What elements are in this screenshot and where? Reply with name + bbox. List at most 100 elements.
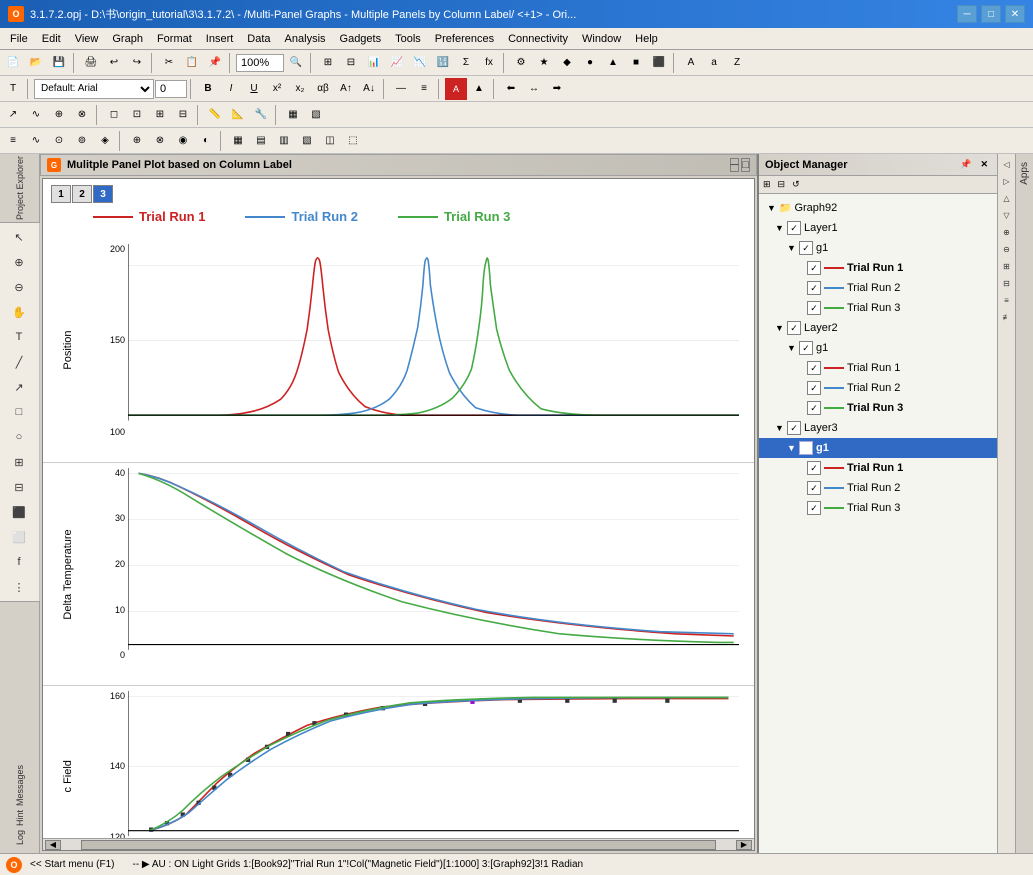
checkbox-l2g1tr2[interactable]: ✓	[807, 381, 821, 395]
align-center-btn[interactable]: ↔	[523, 78, 545, 100]
checkbox-l2g1[interactable]: ✓	[799, 341, 813, 355]
save-btn[interactable]: 💾	[48, 52, 70, 74]
menu-data[interactable]: Data	[241, 31, 276, 47]
undo-btn[interactable]: ↩	[103, 52, 125, 74]
zoom-btn[interactable]: 🔍	[285, 52, 307, 74]
om-expand-btn[interactable]: ⊞	[760, 178, 774, 191]
subscript-btn[interactable]: x₂	[289, 78, 311, 100]
tree-node-l1-g1-tr2[interactable]: ✓ Trial Run 2	[759, 278, 997, 298]
menu-gadgets[interactable]: Gadgets	[334, 31, 388, 47]
scroll-left-btn[interactable]: ◀	[45, 840, 61, 850]
minimize-button[interactable]: ─	[957, 5, 977, 23]
tb-btn-8[interactable]: fx	[478, 52, 500, 74]
tree-node-l1-g1-tr3[interactable]: ✓ Trial Run 3	[759, 298, 997, 318]
tree-node-graph92[interactable]: ▼ 📁 Graph92	[759, 198, 997, 218]
tools-btn-5[interactable]: ◻	[103, 104, 125, 126]
tb-btn-15[interactable]: ⬛	[648, 52, 670, 74]
line-style-btn[interactable]: —	[390, 78, 412, 100]
tool-draw-rect[interactable]: □	[2, 400, 36, 424]
tool-object[interactable]: ⋮	[2, 575, 36, 599]
bottom-btn-5[interactable]: ◈	[94, 130, 116, 152]
redo-btn[interactable]: ↪	[126, 52, 148, 74]
tools-btn-3[interactable]: ⊕	[48, 104, 70, 126]
tb-btn-6[interactable]: 🔢	[432, 52, 454, 74]
graph-max-btn[interactable]: □	[741, 158, 750, 172]
bottom-btn-15[interactable]: ⬚	[342, 130, 364, 152]
tree-node-l1-g1-tr1[interactable]: ✓ Trial Run 1	[759, 258, 997, 278]
panel-tab-3[interactable]: 3	[93, 185, 113, 203]
panel-tab-2[interactable]: 2	[72, 185, 92, 203]
tree-node-layer3[interactable]: ▼ ✓ Layer3	[759, 418, 997, 438]
tree-node-l2-g1-tr3[interactable]: ✓ Trial Run 3	[759, 398, 997, 418]
tools-btn-1[interactable]: ↗	[2, 104, 24, 126]
menu-tools[interactable]: Tools	[389, 31, 427, 47]
open-btn[interactable]: 📂	[25, 52, 47, 74]
checkbox-l3g1tr1[interactable]: ✓	[807, 461, 821, 475]
fill-color-btn[interactable]: A	[445, 78, 467, 100]
bottom-btn-11[interactable]: ▤	[250, 130, 272, 152]
tool-draw-arrow[interactable]: ↗	[2, 375, 36, 399]
tools-btn-6[interactable]: ⊡	[126, 104, 148, 126]
panel-tab-1[interactable]: 1	[51, 185, 71, 203]
bold-btn[interactable]: B	[197, 78, 219, 100]
tree-node-l3-g1[interactable]: ▼ ✓ g1	[759, 438, 997, 458]
cut-btn[interactable]: ✂	[158, 52, 180, 74]
tool-mask[interactable]: ⬛	[2, 500, 36, 524]
tool-zoom-in[interactable]: ⊕	[2, 250, 36, 274]
menu-edit[interactable]: Edit	[36, 31, 67, 47]
right-btn-8[interactable]: ⊟	[999, 275, 1015, 291]
tree-node-l2-g1-tr2[interactable]: ✓ Trial Run 2	[759, 378, 997, 398]
tb-btn-14[interactable]: ■	[625, 52, 647, 74]
font-name-select[interactable]: Default: Arial	[34, 79, 154, 99]
tb-btn-7[interactable]: Σ	[455, 52, 477, 74]
tb-btn-12[interactable]: ●	[579, 52, 601, 74]
underline-btn[interactable]: U	[243, 78, 265, 100]
right-btn-4[interactable]: ▽	[999, 207, 1015, 223]
tools-btn-8[interactable]: ⊟	[172, 104, 194, 126]
bottom-btn-12[interactable]: ▥	[273, 130, 295, 152]
tb-btn-13[interactable]: ▲	[602, 52, 624, 74]
tb-btn-5[interactable]: 📉	[409, 52, 431, 74]
tool-data-picker[interactable]: ⊞	[2, 450, 36, 474]
menu-view[interactable]: View	[69, 31, 105, 47]
bottom-btn-9[interactable]: ◐	[195, 130, 217, 152]
tree-node-l1-g1[interactable]: ▼ ✓ g1	[759, 238, 997, 258]
bottom-btn-13[interactable]: ▧	[296, 130, 318, 152]
align-left-btn[interactable]: ⬅	[500, 78, 522, 100]
tb-btn-1[interactable]: ⊞	[317, 52, 339, 74]
tree-node-l3-g1-tr3[interactable]: ✓ Trial Run 3	[759, 498, 997, 518]
bottom-btn-2[interactable]: ∿	[25, 130, 47, 152]
tool-formula[interactable]: f	[2, 550, 36, 574]
checkbox-l2g1tr3[interactable]: ✓	[807, 401, 821, 415]
h-scrollbar[interactable]: ◀ ▶	[43, 838, 754, 850]
bottom-btn-10[interactable]: ▦	[227, 130, 249, 152]
tree-node-l2-g1-tr1[interactable]: ✓ Trial Run 1	[759, 358, 997, 378]
tree-node-l2-g1[interactable]: ▼ ✓ g1	[759, 338, 997, 358]
line-width-btn[interactable]: ≡	[413, 78, 435, 100]
checkbox-layer1[interactable]: ✓	[787, 221, 801, 235]
right-btn-1[interactable]: ◁	[999, 156, 1015, 172]
tool-pan[interactable]: ✋	[2, 300, 36, 324]
right-btn-5[interactable]: ⊕	[999, 224, 1015, 240]
bottom-btn-6[interactable]: ⊕	[126, 130, 148, 152]
bottom-btn-8[interactable]: ◉	[172, 130, 194, 152]
right-btn-6[interactable]: ⊖	[999, 241, 1015, 257]
om-collapse-btn[interactable]: ⊟	[775, 178, 789, 191]
tools-btn-2[interactable]: ∿	[25, 104, 47, 126]
graph-min-btn[interactable]: ─	[730, 158, 740, 172]
menu-graph[interactable]: Graph	[106, 31, 149, 47]
tool-draw-circle[interactable]: ○	[2, 425, 36, 449]
tools-btn-10[interactable]: 📐	[227, 104, 249, 126]
tb-btn-2[interactable]: ⊟	[340, 52, 362, 74]
right-btn-3[interactable]: △	[999, 190, 1015, 206]
checkbox-l3g1tr3[interactable]: ✓	[807, 501, 821, 515]
new-btn[interactable]: 📄	[2, 52, 24, 74]
italic-btn[interactable]: I	[220, 78, 242, 100]
menu-window[interactable]: Window	[576, 31, 627, 47]
paste-btn[interactable]: 📌	[204, 52, 226, 74]
tools-btn-4[interactable]: ⊗	[71, 104, 93, 126]
om-refresh-btn[interactable]: ↺	[789, 178, 803, 191]
font-dn-btn[interactable]: A↓	[358, 78, 380, 100]
tb-btn-17[interactable]: a	[703, 52, 725, 74]
menu-format[interactable]: Format	[151, 31, 198, 47]
